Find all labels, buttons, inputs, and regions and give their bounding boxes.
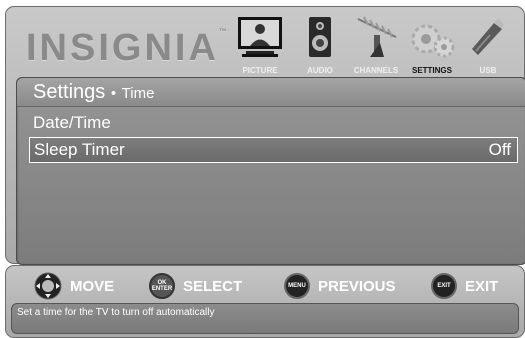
nav-exit-label: EXIT: [465, 277, 499, 295]
insignia-logo: INSIGNIA™: [26, 27, 227, 70]
logo-text: INSIGNIA: [26, 27, 219, 69]
menu-frame: INSIGNIA™ PICTURE AUDIO CHANNELS SETTING…: [5, 6, 525, 265]
menu-item-value: Off: [488, 140, 511, 159]
tv-picture-icon: [238, 17, 282, 57]
tab-usb[interactable]: USB: [460, 13, 516, 75]
menu-title-text: Settings: [33, 81, 106, 103]
exit-button-icon: EXIT: [431, 273, 457, 299]
menu-item-label: Date/Time: [33, 113, 111, 132]
exit-btn-text: EXIT: [437, 283, 451, 289]
tab-picture[interactable]: PICTURE: [228, 13, 292, 75]
nav-legend: MOVE OK ENTER SELECT MENU PREVIOUS EXIT …: [6, 270, 524, 302]
antenna-icon: [357, 16, 397, 57]
menu-item-date-time[interactable]: Date/Time: [29, 111, 516, 135]
nav-previous-label: PREVIOUS: [318, 277, 396, 295]
dpad-icon: [34, 272, 62, 300]
ok-enter-button-icon: OK ENTER: [149, 273, 175, 299]
tab-channels-label: CHANNELS: [353, 66, 399, 75]
nav-select-label: SELECT: [183, 277, 243, 295]
tab-audio-label: AUDIO: [307, 66, 333, 75]
gears-icon: [411, 24, 455, 58]
speaker-icon: [309, 17, 331, 57]
menu-header: Settings • Time: [17, 78, 525, 107]
tab-channels[interactable]: CHANNELS: [348, 13, 404, 75]
help-box: Set a time for the TV to turn off automa…: [11, 303, 519, 334]
tab-settings[interactable]: SETTINGS: [404, 13, 460, 75]
tab-picture-label: PICTURE: [242, 66, 278, 75]
settings-menu-panel: Settings • Time Date/Time Sleep Timer Of…: [16, 77, 525, 265]
breadcrumb-separator: •: [110, 85, 117, 102]
nav-move-label: MOVE: [70, 277, 115, 295]
logo-trademark: ™: [218, 27, 227, 36]
enter-text: ENTER: [151, 286, 173, 292]
nav-select: OK ENTER SELECT: [149, 270, 242, 302]
nav-previous: MENU PREVIOUS: [284, 270, 396, 302]
nav-exit: EXIT EXIT: [431, 270, 498, 302]
menu-item-sleep-timer[interactable]: Sleep Timer Off: [29, 137, 518, 163]
bottom-bar: MOVE OK ENTER SELECT MENU PREVIOUS EXIT …: [5, 265, 525, 338]
menu-item-label: Sleep Timer: [34, 140, 125, 159]
menu-btn-text: MENU: [288, 283, 306, 289]
breadcrumb-subtitle: Time: [121, 85, 155, 102]
page-title: Settings • Time: [33, 81, 154, 104]
tab-settings-label: SETTINGS: [411, 66, 452, 75]
menu-button-icon: MENU: [284, 273, 310, 299]
nav-move: MOVE: [34, 270, 114, 302]
menu-tabs: PICTURE AUDIO CHANNELS SETTINGS USB: [228, 13, 516, 75]
help-text: Set a time for the TV to turn off automa…: [17, 307, 215, 318]
tab-audio[interactable]: AUDIO: [292, 13, 348, 75]
tab-usb-label: USB: [479, 66, 497, 75]
usb-stick-icon: [472, 18, 504, 55]
